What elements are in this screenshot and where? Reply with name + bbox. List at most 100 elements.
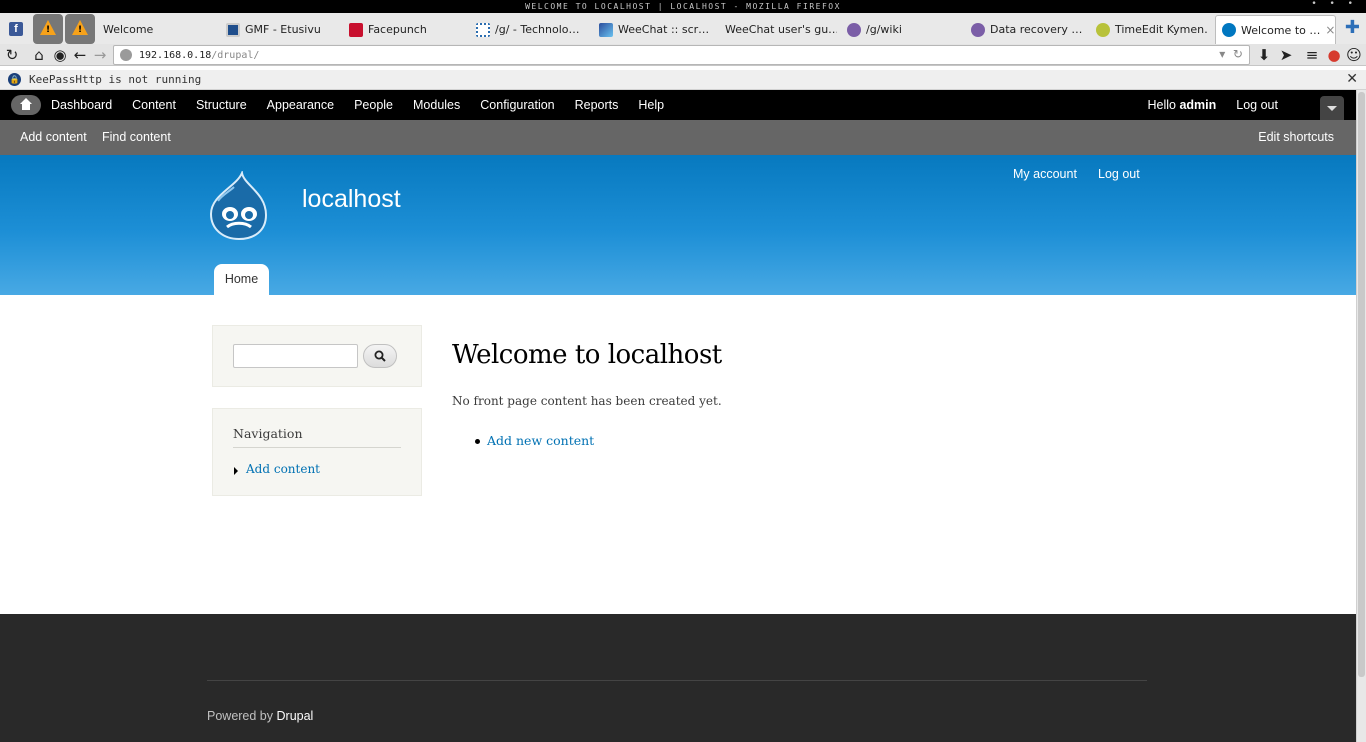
nav-add-content-link[interactable]: Add content: [246, 462, 320, 476]
no-content-message: No front page content has been created y…: [452, 394, 722, 408]
notification-text: KeePassHttp is not running: [29, 73, 202, 86]
shortcuts-bar: Add content Find content Edit shortcuts: [0, 120, 1356, 155]
stop-icon[interactable]: ◉: [51, 46, 69, 64]
tab-label: WeeChat user's gu…: [725, 23, 837, 36]
warning-icon[interactable]: !: [65, 14, 95, 44]
weechat-icon: [599, 22, 613, 37]
warning-icon[interactable]: !: [33, 14, 63, 44]
search-input[interactable]: [233, 344, 358, 368]
send-icon[interactable]: ➤: [1277, 46, 1295, 64]
list-bullet: [475, 439, 480, 444]
tab-timeedit[interactable]: TimeEdit Kymen…: [1096, 15, 1208, 44]
tab-bar: f ! ! Welcome GMF - Etusivu Facepunch /g…: [0, 13, 1366, 44]
add-new-content-link[interactable]: Add new content: [487, 433, 594, 448]
search-icon: [374, 350, 386, 362]
reload-menu-icon[interactable]: ↻: [3, 46, 21, 64]
drupal-icon: [1222, 23, 1236, 37]
tab-facepunch[interactable]: Facepunch: [349, 15, 464, 44]
tab-welcome-localhost[interactable]: Welcome to … ×: [1215, 15, 1336, 44]
menu-people[interactable]: People: [344, 90, 403, 120]
divider: [233, 447, 401, 448]
clover-icon: [971, 22, 985, 37]
menu-reports[interactable]: Reports: [565, 90, 629, 120]
toolbar-logout-link[interactable]: Log out: [1226, 90, 1288, 120]
window-title: Welcome to localhost | localhost - Mozil…: [0, 0, 1366, 13]
notification-bar: 🔒 KeePassHttp is not running ✕: [0, 70, 1366, 90]
user-greeting: Hello admin: [1147, 98, 1217, 112]
search-block: [212, 325, 422, 387]
username[interactable]: admin: [1179, 98, 1216, 112]
window-controls[interactable]: • • •: [1311, 0, 1358, 13]
navigation-bar: ↻ ⌂ ◉ ← → 192.168.0.18/drupal/ ▾ ↻ ⬇ ➤ ≡…: [0, 44, 1366, 66]
facepunch-icon: [349, 22, 363, 37]
chat-icon[interactable]: ☺: [1345, 46, 1363, 64]
shortcuts-toggle-icon[interactable]: [1320, 96, 1344, 120]
menu-dashboard[interactable]: Dashboard: [41, 90, 122, 120]
tab-weechat[interactable]: WeeChat :: scr…: [599, 15, 711, 44]
menu-structure[interactable]: Structure: [186, 90, 257, 120]
menu-icon[interactable]: ≡: [1303, 46, 1321, 64]
divider: [207, 680, 1147, 681]
tab-label: /g/ - Technolo…: [495, 23, 580, 36]
drupal-link[interactable]: Drupal: [277, 709, 314, 723]
menu-content[interactable]: Content: [122, 90, 186, 120]
tab-data-recovery[interactable]: Data recovery …: [971, 15, 1083, 44]
forward-icon[interactable]: →: [91, 46, 109, 64]
site-footer: Powered by Drupal: [0, 614, 1356, 742]
my-account-link[interactable]: My account: [1013, 167, 1077, 181]
search-button[interactable]: [363, 344, 397, 368]
drupal-logo-icon[interactable]: [208, 171, 270, 241]
tab-label: GMF - Etusivu: [245, 23, 321, 36]
powered-by: Powered by Drupal: [207, 709, 314, 723]
admin-toolbar: Dashboard Content Structure Appearance P…: [0, 90, 1356, 120]
4chan-icon: [476, 22, 490, 37]
new-tab-icon[interactable]: ✚: [1345, 19, 1360, 37]
gmf-icon: [226, 22, 240, 37]
menu-appearance[interactable]: Appearance: [257, 90, 344, 120]
menu-modules[interactable]: Modules: [403, 90, 470, 120]
tab-g-wiki[interactable]: /g/wiki: [847, 15, 957, 44]
tab-label: Welcome to …: [1241, 23, 1321, 37]
admin-menu: Dashboard Content Structure Appearance P…: [41, 90, 674, 120]
tab-home[interactable]: Home: [214, 264, 269, 295]
collapsed-arrow-icon: [234, 467, 238, 475]
scrollbar-thumb[interactable]: [1358, 92, 1365, 677]
timeedit-icon: [1096, 22, 1110, 37]
navigation-title: Navigation: [233, 426, 303, 441]
tab-gmf[interactable]: GMF - Etusivu: [226, 15, 341, 44]
site-header: localhost My account Log out Home: [0, 155, 1356, 295]
menu-help[interactable]: Help: [628, 90, 674, 120]
back-icon[interactable]: ←: [71, 46, 89, 64]
tab-label: Facepunch: [368, 23, 427, 36]
tab-label: /g/wiki: [866, 23, 902, 36]
close-notification-icon[interactable]: ✕: [1346, 71, 1358, 88]
user-menu: Hello admin Log out: [1137, 90, 1288, 120]
tab-label: Welcome: [103, 23, 154, 36]
tab-label: WeeChat :: scr…: [618, 23, 710, 36]
edit-shortcuts-link[interactable]: Edit shortcuts: [1258, 120, 1334, 154]
home-icon[interactable]: ⌂: [30, 46, 48, 64]
url-text: 192.168.0.18/drupal/: [139, 50, 260, 61]
shortcut-add-content[interactable]: Add content: [20, 120, 87, 154]
close-tab-icon[interactable]: ×: [1325, 23, 1335, 37]
shortcut-find-content[interactable]: Find content: [102, 120, 171, 154]
url-bar[interactable]: 192.168.0.18/drupal/ ▾ ↻: [113, 45, 1250, 65]
facebook-icon[interactable]: f: [9, 22, 23, 36]
tab-weechat-guide[interactable]: WeeChat user's gu…: [725, 15, 837, 44]
tab-label: TimeEdit Kymen…: [1115, 23, 1208, 36]
addon-icon[interactable]: ●: [1325, 46, 1343, 64]
url-actions[interactable]: ▾ ↻: [1219, 47, 1243, 61]
page-scrollbar[interactable]: [1356, 90, 1366, 742]
download-icon[interactable]: ⬇: [1255, 46, 1273, 64]
globe-icon: [120, 49, 132, 61]
clover-icon: [847, 22, 861, 37]
site-name[interactable]: localhost: [302, 185, 401, 214]
navigation-block: Navigation Add content: [212, 408, 422, 496]
tab-label: Data recovery …: [990, 23, 1083, 36]
tab-welcome[interactable]: Welcome: [103, 15, 213, 44]
menu-configuration[interactable]: Configuration: [470, 90, 564, 120]
logout-link[interactable]: Log out: [1098, 167, 1140, 181]
home-icon[interactable]: [11, 95, 41, 115]
tab-g-technology[interactable]: /g/ - Technolo…: [476, 15, 586, 44]
keepass-lock-icon: 🔒: [8, 73, 21, 86]
